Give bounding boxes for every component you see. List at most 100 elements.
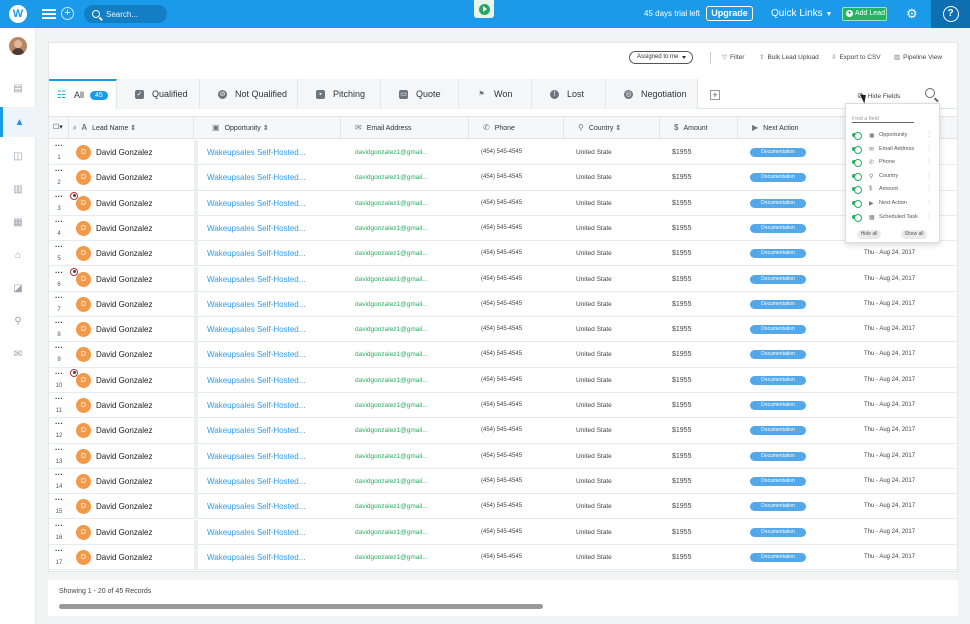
row-menu-icon[interactable]: ··· [51,396,67,403]
row-menu-icon[interactable]: ··· [51,244,67,251]
opportunity-link[interactable]: Wakeupsales Self-Hosted... [207,241,337,266]
table-row[interactable]: ··· 16 D David Gonzalez Wakeupsales Self-Hos… [49,519,957,545]
tab-negotiation[interactable]: ◎ Negotiation [606,79,698,109]
lead-name[interactable]: David Gonzalez [96,444,196,469]
row-menu-icon[interactable]: ··· [51,472,67,479]
help-button[interactable]: ? [931,0,970,28]
opportunity-link[interactable]: Wakeupsales Self-Hosted... [207,267,337,292]
field-toggle-switch[interactable] [852,145,862,154]
add-tab-button[interactable]: + [710,90,720,100]
opportunity-link[interactable]: Wakeupsales Self-Hosted... [207,418,337,443]
email-link[interactable]: davidgonzalez1@gmail... [355,393,465,418]
hide-all-button[interactable]: Hide all [857,230,881,239]
lead-name[interactable]: David Gonzalez [96,216,196,241]
next-action-badge[interactable]: Documentation [750,426,806,436]
table-row[interactable]: ··· 7 D David Gonzalez Wakeupsales Self-Host… [49,291,957,318]
show-all-button[interactable]: Show all [901,230,927,239]
assigned-filter-dropdown[interactable]: Assigned to me [629,51,693,64]
tab-won[interactable]: ⚑ Won [459,79,532,109]
drag-handle-icon[interactable]: ⋮ [926,131,932,138]
email-link[interactable]: davidgonzalez1@gmail... [355,368,465,393]
next-action-badge[interactable]: Documentation [750,299,806,309]
drag-handle-icon[interactable]: ⋮ [926,145,932,152]
opportunity-link[interactable]: Wakeupsales Self-Hosted... [207,216,337,241]
lead-name[interactable]: David Gonzalez [96,520,196,545]
table-row[interactable]: ··· 8 D David Gonzalez Wakeupsales Self-Host… [49,317,957,343]
column-email[interactable]: ✉ Email Address [341,117,469,139]
popup-field-item[interactable]: ▶ Next Action ⋮ [852,199,936,208]
video-play-button[interactable] [474,0,494,18]
table-row[interactable]: ··· 12 D David Gonzalez Wakeupsales Self-Hos… [49,418,957,444]
next-action-badge[interactable]: Documentation [750,451,806,461]
row-menu-icon[interactable]: ··· [51,548,67,555]
filter-button[interactable]: ▽ Filter [722,53,744,61]
quick-links-menu[interactable]: Quick Links ▼ [771,8,832,19]
next-action-badge[interactable]: Documentation [750,198,806,208]
table-row[interactable]: ··· 10 D David Gonzalez Wakeupsales Self-Hos… [49,367,957,393]
lead-name[interactable]: David Gonzalez [96,393,196,418]
row-menu-icon[interactable]: ··· [51,345,67,352]
lead-name[interactable]: David Gonzalez [96,267,196,292]
row-menu-icon[interactable]: ··· [51,219,67,226]
horizontal-scrollbar[interactable] [59,604,543,609]
email-link[interactable]: davidgonzalez1@gmail... [355,241,465,266]
app-logo[interactable]: W [0,0,36,28]
field-toggle-switch[interactable] [852,172,862,181]
email-link[interactable]: davidgonzalez1@gmail... [355,191,465,216]
drag-handle-icon[interactable]: ⋮ [926,158,932,165]
sidebar-reports-icon[interactable]: ⚲ [0,306,36,336]
sidebar-pipeline-icon[interactable]: ▥ [0,174,36,204]
pipeline-view-button[interactable]: ▥ Pipeline View [894,53,942,61]
popup-field-item[interactable]: ⚲ Country ⋮ [852,172,936,181]
next-action-badge[interactable]: Documentation [750,274,806,284]
next-action-badge[interactable]: Documentation [750,148,806,157]
row-menu-icon[interactable]: ··· [51,194,67,201]
column-next-action[interactable]: ▶ Next Action [738,117,852,139]
tab-quote[interactable]: ▭ Quote [381,79,459,109]
add-circle-icon[interactable]: + [61,7,74,20]
user-avatar[interactable] [9,37,27,55]
upgrade-button[interactable]: Upgrade [706,6,753,21]
lead-name[interactable]: David Gonzalez [96,165,196,190]
sidebar-dashboard-icon[interactable]: ▤ [0,73,36,103]
sidebar-mail-icon[interactable]: ✉ [0,339,36,369]
email-link[interactable]: davidgonzalez1@gmail... [355,342,465,367]
opportunity-link[interactable]: Wakeupsales Self-Hosted... [207,494,337,519]
row-menu-icon[interactable]: ··· [51,421,67,428]
next-action-badge[interactable]: Documentation [750,350,806,360]
email-link[interactable]: davidgonzalez1@gmail... [355,267,465,292]
email-link[interactable]: davidgonzalez1@gmail... [355,520,465,545]
field-toggle-switch[interactable] [852,213,862,222]
lead-name[interactable]: David Gonzalez [96,292,196,317]
field-toggle-switch[interactable] [852,200,862,208]
sidebar-contacts-icon[interactable]: ◫ [0,141,36,171]
next-action-badge[interactable]: Documentation [750,249,806,259]
lead-name[interactable]: David Gonzalez [96,191,196,216]
row-menu-icon[interactable]: ··· [51,295,67,302]
opportunity-link[interactable]: Wakeupsales Self-Hosted... [207,140,337,165]
field-toggle-switch[interactable] [852,186,862,195]
opportunity-link[interactable]: Wakeupsales Self-Hosted... [207,342,337,367]
opportunity-link[interactable]: Wakeupsales Self-Hosted... [207,368,337,393]
lead-name[interactable]: David Gonzalez [96,545,196,570]
row-menu-icon[interactable]: ··· [51,168,67,175]
email-link[interactable]: davidgonzalez1@gmail... [355,494,465,519]
row-menu-icon[interactable]: ··· [51,523,67,530]
bulk-lead-upload-button[interactable]: ⇪ Bulk Lead Upload [759,53,819,61]
sidebar-leads-icon[interactable]: ▲ [0,107,36,137]
table-row[interactable]: ··· 5 D David Gonzalez Wakeupsales Self-Host… [49,241,957,267]
field-toggle-switch[interactable] [852,159,862,168]
settings-gear-icon[interactable]: ⚙ [906,7,920,21]
table-row[interactable]: ··· 15 D David Gonzalez Wakeupsales Self-Hos… [49,494,957,520]
global-search-input[interactable]: Search... [84,5,167,23]
table-row[interactable]: ··· 3 D David Gonzalez Wakeupsales Self-Host… [49,190,957,216]
row-menu-icon[interactable]: ··· [51,447,67,454]
opportunity-link[interactable]: Wakeupsales Self-Hosted... [207,393,337,418]
table-row[interactable]: ··· 17 D David Gonzalez Wakeupsales Self-Hos… [49,544,957,571]
next-action-badge[interactable]: Documentation [750,502,806,512]
email-link[interactable]: davidgonzalez1@gmail... [355,292,465,317]
column-lead-name[interactable]: # A Lead Name ⇕ [69,117,194,139]
column-amount[interactable]: $ Amount [660,117,738,139]
row-menu-icon[interactable]: ··· [51,320,67,327]
email-link[interactable]: davidgonzalez1@gmail... [355,469,465,494]
